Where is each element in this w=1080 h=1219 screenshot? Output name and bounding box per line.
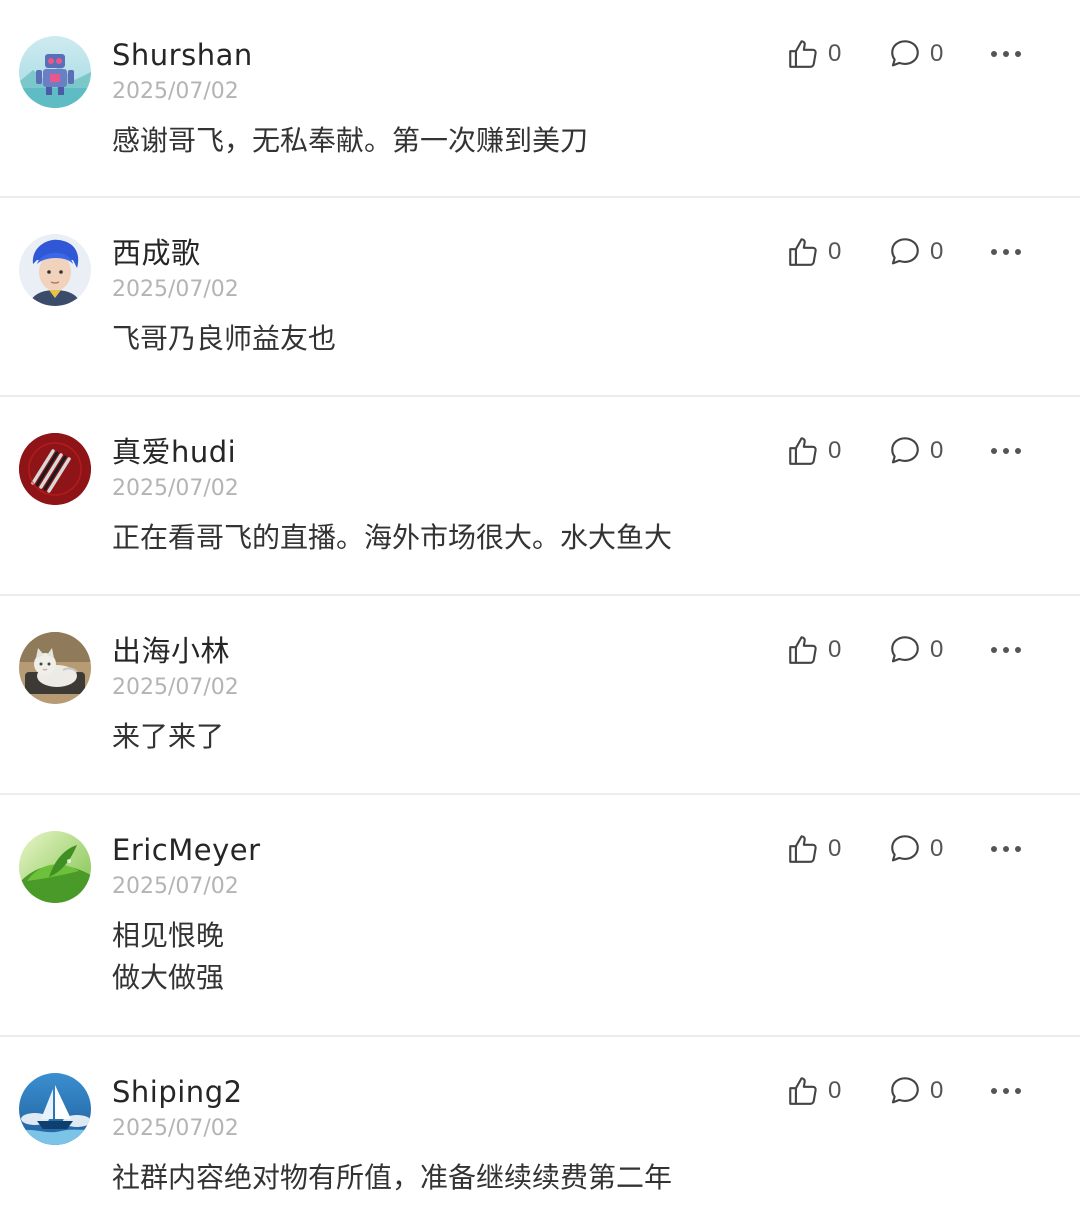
like-count: 0 — [828, 636, 842, 663]
more-dots-icon — [991, 249, 1021, 255]
comment-item: Shurshan 2025/07/02 感谢哥飞，无私奉献。第一次赚到美刀 0 … — [0, 0, 1080, 198]
reply-button[interactable]: 0 — [888, 1071, 943, 1111]
thumbs-up-icon — [789, 835, 817, 863]
reply-button[interactable]: 0 — [888, 34, 943, 74]
like-button[interactable]: 0 — [786, 829, 841, 869]
more-options-button[interactable] — [988, 630, 1024, 670]
comment-text: 飞哥乃良师益友也 — [112, 318, 1020, 360]
comment-text-line: 感谢哥飞，无私奉献。第一次赚到美刀 — [112, 124, 589, 157]
thumbs-up-icon — [789, 40, 817, 68]
more-dots-icon — [991, 647, 1021, 653]
comment-item: Shiping2 2025/07/02 社群内容绝对物有所值，准备继续续费第二年… — [0, 1037, 1080, 1219]
like-button[interactable]: 0 — [786, 431, 841, 471]
more-options-button[interactable] — [988, 431, 1024, 471]
comment-text-line: 飞哥乃良师益友也 — [112, 322, 337, 355]
comment-bubble-icon — [891, 835, 919, 862]
comment-bubble-icon — [891, 1077, 919, 1104]
thumbs-up-icon — [789, 636, 817, 664]
comment-date: 2025/07/02 — [112, 874, 239, 899]
comment-item: 真爱hudi 2025/07/02 正在看哥飞的直播。海外市场很大。水大鱼大 0… — [0, 397, 1080, 596]
comment-bubble-icon — [891, 238, 919, 265]
comment-text: 感谢哥飞，无私奉献。第一次赚到美刀 — [112, 120, 1020, 162]
thumbs-up-icon — [789, 437, 817, 465]
comment-date: 2025/07/02 — [112, 1116, 239, 1141]
reply-button[interactable]: 0 — [888, 431, 943, 471]
reply-button[interactable]: 0 — [888, 829, 943, 869]
more-options-button[interactable] — [988, 232, 1024, 272]
like-count: 0 — [828, 437, 842, 464]
reply-count: 0 — [930, 40, 944, 67]
comment-text-line: 正在看哥飞的直播。海外市场很大。水大鱼大 — [112, 521, 673, 554]
like-count: 0 — [828, 40, 842, 67]
comment-text-line: 来了来了 — [112, 720, 225, 753]
comment-text-line: 社群内容绝对物有所值，准备继续续费第二年 — [112, 1161, 673, 1194]
like-button[interactable]: 0 — [786, 1071, 841, 1111]
comment-text-line: 做大做强 — [112, 961, 225, 994]
like-count: 0 — [828, 1077, 842, 1104]
more-options-button[interactable] — [988, 829, 1024, 869]
reply-count: 0 — [930, 437, 944, 464]
comment-text: 正在看哥飞的直播。海外市场很大。水大鱼大 — [112, 517, 1020, 559]
like-button[interactable]: 0 — [786, 34, 841, 74]
reply-button[interactable]: 0 — [888, 630, 943, 670]
reply-count: 0 — [930, 1077, 944, 1104]
thumbs-up-icon — [789, 1077, 817, 1105]
like-count: 0 — [828, 238, 842, 265]
more-dots-icon — [991, 1088, 1021, 1094]
comment-date: 2025/07/02 — [112, 277, 239, 302]
comment-item: EricMeyer 2025/07/02 相见恨晚 做大做强 0 0 — [0, 795, 1080, 1037]
reply-button[interactable]: 0 — [888, 232, 943, 272]
more-options-button[interactable] — [988, 1071, 1024, 1111]
more-dots-icon — [991, 846, 1021, 852]
comment-bubble-icon — [891, 437, 919, 464]
reply-count: 0 — [930, 238, 944, 265]
comment-date: 2025/07/02 — [112, 476, 239, 501]
comment-text: 来了来了 — [112, 716, 1020, 758]
more-options-button[interactable] — [988, 34, 1024, 74]
comment-item: 西成歌 2025/07/02 飞哥乃良师益友也 0 0 — [0, 198, 1080, 397]
comment-date: 2025/07/02 — [112, 675, 239, 700]
more-dots-icon — [991, 51, 1021, 57]
comment-item: 出海小林 2025/07/02 来了来了 0 0 — [0, 596, 1080, 795]
comment-text-line: 相见恨晚 — [112, 919, 225, 952]
thumbs-up-icon — [789, 238, 817, 266]
like-count: 0 — [828, 835, 842, 862]
comment-list: Shurshan 2025/07/02 感谢哥飞，无私奉献。第一次赚到美刀 0 … — [0, 0, 1080, 1219]
like-button[interactable]: 0 — [786, 630, 841, 670]
comment-text: 社群内容绝对物有所值，准备继续续费第二年 — [112, 1157, 1020, 1199]
like-button[interactable]: 0 — [786, 232, 841, 272]
reply-count: 0 — [930, 636, 944, 663]
reply-count: 0 — [930, 835, 944, 862]
comment-text: 相见恨晚 做大做强 — [112, 915, 1020, 999]
comment-bubble-icon — [891, 636, 919, 663]
comment-date: 2025/07/02 — [112, 79, 239, 104]
more-dots-icon — [991, 448, 1021, 454]
comment-bubble-icon — [891, 40, 919, 67]
